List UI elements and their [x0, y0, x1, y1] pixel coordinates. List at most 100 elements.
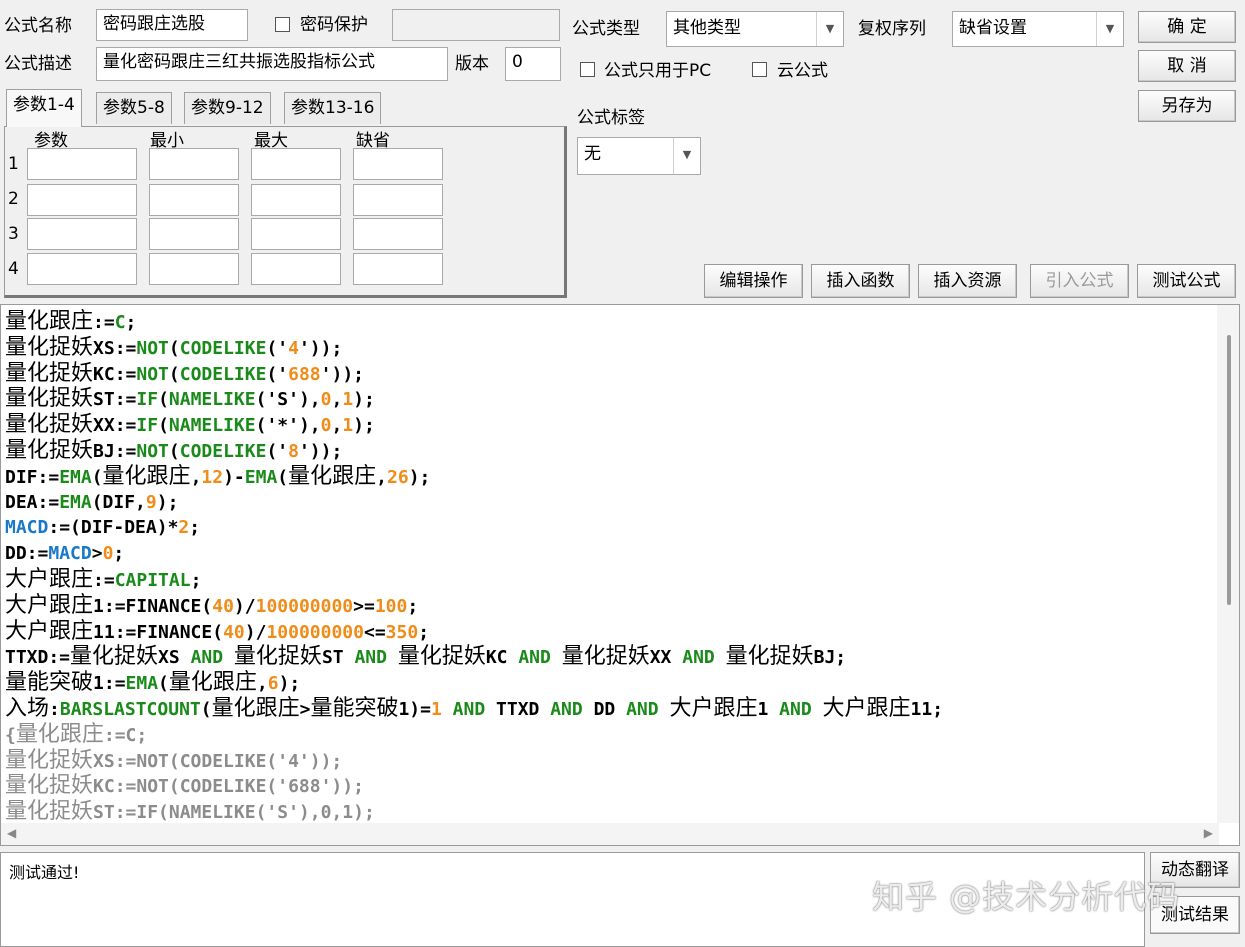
- code-line[interactable]: DIF:=EMA(量化跟庄,12)-EMA(量化跟庄,26);: [5, 464, 1211, 490]
- watermark: 知乎 @技术分析代码: [872, 878, 1181, 916]
- tab-params-13-16[interactable]: 参数13-16: [284, 92, 382, 124]
- code-token: 6: [267, 673, 279, 695]
- code-token: 26: [387, 466, 409, 488]
- code-line[interactable]: 大户跟庄:=CAPITAL;: [5, 567, 1211, 593]
- param-max-input[interactable]: [251, 218, 341, 250]
- code-line[interactable]: TTXD:=量化捉妖XS AND 量化捉妖ST AND 量化捉妖KC AND 量…: [5, 644, 1211, 670]
- code-line[interactable]: 量化跟庄:=C;: [5, 309, 1211, 335]
- code-line[interactable]: DD:=MACD>0;: [5, 541, 1211, 567]
- param-max-input[interactable]: [251, 184, 341, 216]
- code-token: ,: [331, 389, 343, 411]
- code-line[interactable]: 量化捉妖KC:=NOT(CODELIKE('688'));: [5, 773, 1211, 799]
- code-line[interactable]: 量化捉妖BJ:=NOT(CODELIKE('8'));: [5, 438, 1211, 464]
- pc-only-checkbox[interactable]: [580, 62, 595, 77]
- param-min-input[interactable]: [149, 184, 239, 216]
- code-token: );: [156, 491, 179, 513]
- code-token: (DIF,: [91, 491, 146, 513]
- code-token: >: [299, 698, 311, 720]
- cloud-checkbox[interactable]: [752, 62, 767, 77]
- result-text: 测试通过!: [9, 863, 80, 882]
- tab-params-1-4[interactable]: 参数1-4: [6, 89, 82, 127]
- version-input[interactable]: 0: [505, 47, 561, 81]
- code-token: 大户跟庄: [5, 566, 94, 592]
- code-token: AND: [779, 698, 812, 720]
- insert-function-button[interactable]: 插入函数: [811, 264, 910, 298]
- edit-ops-button[interactable]: 编辑操作: [704, 264, 803, 298]
- horizontal-scrollbar[interactable]: ◀ ▶: [1, 823, 1219, 845]
- param-name-input[interactable]: [27, 218, 137, 250]
- param-max-input[interactable]: [251, 253, 341, 285]
- rights-seq-label: 复权序列: [858, 19, 926, 39]
- code-line[interactable]: 量化捉妖XS:=NOT(CODELIKE('4'));: [5, 748, 1211, 774]
- param-name-input[interactable]: [27, 184, 137, 216]
- param-max-input[interactable]: [251, 148, 341, 180]
- code-token: KC:=NOT(CODELIKE('688'));: [93, 776, 364, 798]
- insert-resource-button[interactable]: 插入资源: [918, 264, 1017, 298]
- code-token: ,: [331, 415, 343, 437]
- param-name-input[interactable]: [27, 253, 137, 285]
- scroll-right-icon[interactable]: ▶: [1204, 826, 1213, 840]
- code-line[interactable]: MACD:=(DIF-DEA)*2;: [5, 515, 1211, 541]
- test-formula-button[interactable]: 测试公式: [1137, 264, 1236, 298]
- code-line[interactable]: 入场:BARSLASTCOUNT(量化跟庄>量能突破1)=1 AND TTXD …: [5, 696, 1211, 722]
- param-min-input[interactable]: [149, 218, 239, 250]
- scroll-thumb[interactable]: [1227, 335, 1231, 605]
- param-default-input[interactable]: [353, 218, 443, 250]
- formula-tag-select[interactable]: 无 ▼: [577, 137, 701, 175]
- password-protect-checkbox[interactable]: [275, 17, 290, 32]
- code-line[interactable]: 大户跟庄11:=FINANCE(40)/100000000<=350;: [5, 619, 1211, 645]
- code-token: '));: [298, 440, 343, 462]
- code-token: 0: [102, 543, 114, 565]
- code-token: <=: [363, 621, 386, 643]
- formula-type-select[interactable]: 其他类型 ▼: [666, 11, 844, 47]
- param-default-input[interactable]: [353, 253, 443, 285]
- code-token: 100000000: [255, 595, 354, 617]
- password-input[interactable]: [392, 9, 560, 41]
- ok-button[interactable]: 确 定: [1138, 11, 1236, 43]
- code-token: (': [266, 440, 289, 462]
- param-min-input[interactable]: [149, 253, 239, 285]
- param-min-input[interactable]: [149, 148, 239, 180]
- code-token: ;: [189, 517, 201, 539]
- code-editor[interactable]: 量化跟庄:=C; 量化捉妖XS:=NOT(CODELIKE('4')); 量化捉妖K…: [0, 304, 1240, 846]
- param-default-input[interactable]: [353, 148, 443, 180]
- chevron-down-icon[interactable]: ▼: [816, 12, 843, 46]
- code-token: 0: [320, 389, 332, 411]
- code-token: >=: [353, 595, 375, 617]
- code-token: 量化捉妖: [397, 644, 486, 670]
- code-line[interactable]: 量化捉妖XS:=NOT(CODELIKE('4'));: [5, 335, 1211, 361]
- tab-params-5-8[interactable]: 参数5-8: [96, 92, 172, 124]
- chevron-down-icon[interactable]: ▼: [1096, 12, 1123, 46]
- code-line[interactable]: DEA:=EMA(DIF,9);: [5, 490, 1211, 516]
- code-token: 量化捉妖: [5, 334, 94, 360]
- param-default-input[interactable]: [353, 184, 443, 216]
- tab-params-9-12[interactable]: 参数9-12: [184, 92, 271, 124]
- code-line[interactable]: 量化捉妖ST:=IF(NAMELIKE('S'),0,1);: [5, 799, 1211, 825]
- cancel-button[interactable]: 取 消: [1138, 50, 1236, 82]
- chevron-down-icon[interactable]: ▼: [673, 138, 700, 174]
- param-name-input[interactable]: [27, 148, 137, 180]
- code-token: 1: [430, 698, 442, 720]
- scroll-left-icon[interactable]: ◀: [7, 826, 16, 840]
- import-formula-button[interactable]: 引入公式: [1030, 264, 1129, 298]
- code-token: C: [114, 312, 126, 333]
- code-content[interactable]: 量化跟庄:=C; 量化捉妖XS:=NOT(CODELIKE('4')); 量化捉妖K…: [5, 309, 1211, 825]
- vertical-scrollbar[interactable]: [1217, 305, 1239, 823]
- save-as-button[interactable]: 另存为: [1138, 90, 1236, 122]
- rights-seq-select[interactable]: 缺省设置 ▼: [952, 11, 1124, 47]
- code-token: TTXD: [485, 698, 551, 720]
- code-line[interactable]: 量能突破1:=EMA(量化跟庄,6);: [5, 670, 1211, 696]
- code-token: NAMELIKE: [168, 389, 256, 411]
- code-line[interactable]: 量化捉妖ST:=IF(NAMELIKE('S'),0,1);: [5, 386, 1211, 412]
- code-line[interactable]: 量化捉妖XX:=IF(NAMELIKE('*'),0,1);: [5, 412, 1211, 438]
- code-line[interactable]: 量化捉妖KC:=NOT(CODELIKE('688'));: [5, 361, 1211, 387]
- code-line[interactable]: {量化跟庄:=C;: [5, 722, 1211, 748]
- formula-name-label: 公式名称: [4, 16, 72, 36]
- code-token: DIF:=: [5, 466, 60, 488]
- formula-desc-input[interactable]: 量化密码跟庄三红共振选股指标公式: [96, 47, 448, 81]
- code-token: CODELIKE: [179, 440, 267, 462]
- formula-name-input[interactable]: 密码跟庄选股: [96, 9, 248, 41]
- code-token: ;: [190, 569, 202, 591]
- code-line[interactable]: 大户跟庄1:=FINANCE(40)/100000000>=100;: [5, 593, 1211, 619]
